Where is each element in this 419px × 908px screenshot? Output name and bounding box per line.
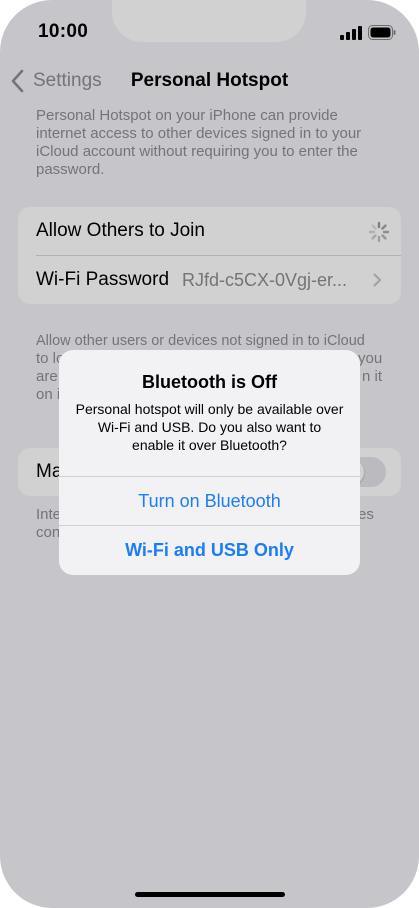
alert-title: Bluetooth is Off	[142, 372, 277, 392]
turn-on-bluetooth-button[interactable]: Turn on Bluetooth	[59, 477, 360, 525]
wifi-usb-only-button[interactable]: Wi-Fi and USB Only	[59, 526, 360, 574]
bluetooth-alert-dialog: Bluetooth is Off Personal hotspot will o…	[59, 350, 360, 575]
phone-screen: 10:00 Settings Personal Hotspot Personal…	[0, 0, 419, 908]
alert-message: Personal hotspot will only be available …	[75, 401, 344, 453]
